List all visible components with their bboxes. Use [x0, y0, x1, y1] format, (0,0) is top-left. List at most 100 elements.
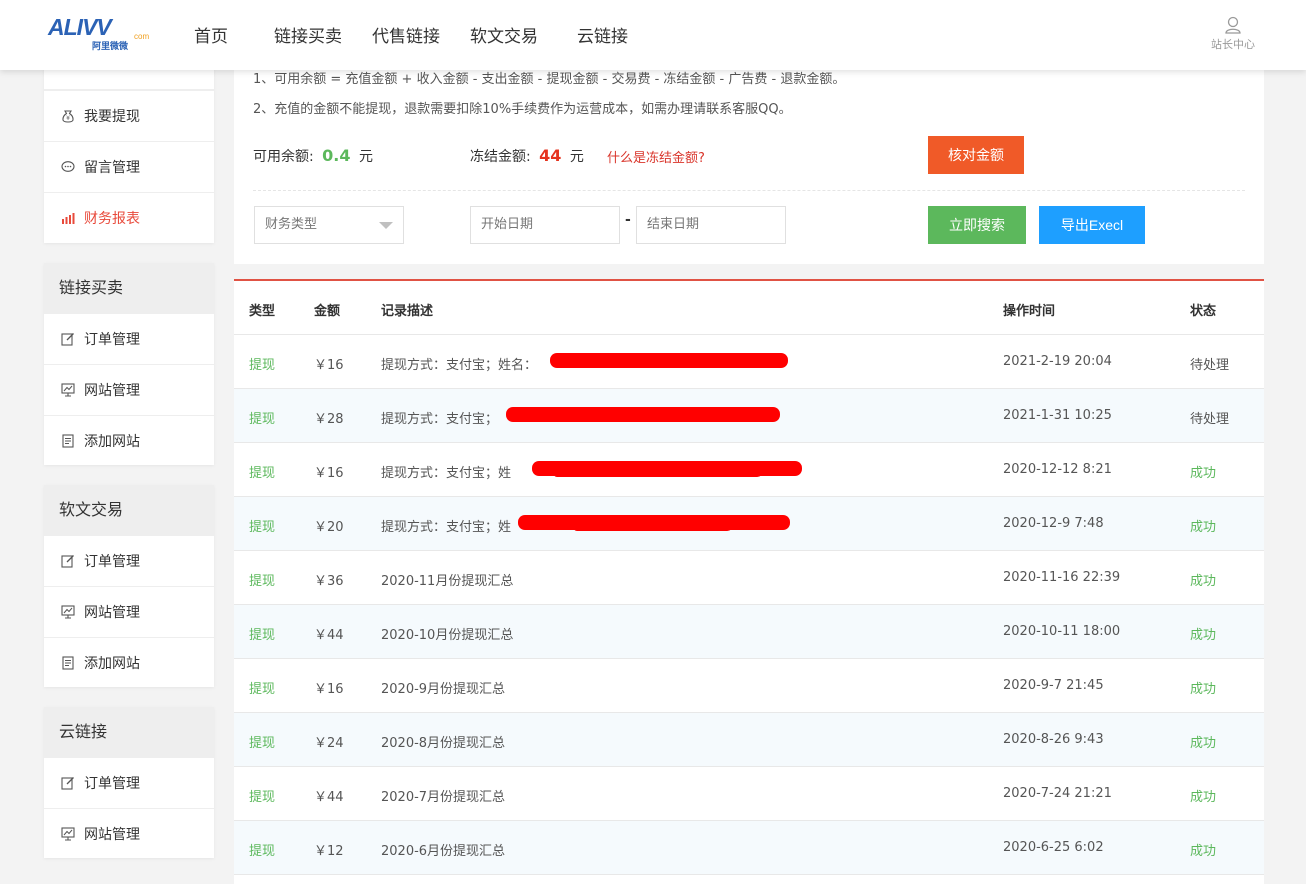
table-row: 提现 ￥16 提现方式：支付宝；姓 2020-12-12 8:21 成功	[234, 443, 1264, 497]
sidebar-item-add-site[interactable]: 添加网站	[44, 637, 214, 688]
finance-type-select[interactable]: 财务类型	[254, 206, 404, 244]
cell-type: 提现	[249, 736, 276, 751]
cell-type: 提现	[249, 520, 276, 535]
cell-type: 提现	[249, 790, 276, 805]
sidebar-item-label: 网站管理	[84, 605, 140, 621]
cell-description: 提现方式：支付宝；姓	[381, 520, 512, 535]
check-amount-button[interactable]: 核对金额	[928, 136, 1024, 174]
frozen-balance-value: 44	[539, 146, 562, 165]
cell-status: 成功	[1190, 574, 1217, 589]
svg-text:¥: ¥	[66, 115, 70, 122]
cell-status: 成功	[1190, 628, 1217, 643]
cell-time: 2020-12-9 7:48	[1003, 516, 1104, 531]
cell-time: 2020-9-7 21:45	[1003, 678, 1104, 693]
export-excel-button[interactable]: 导出Execl	[1039, 206, 1145, 244]
nav-cloud-links[interactable]: 云链接	[577, 22, 628, 47]
search-button[interactable]: 立即搜索	[928, 206, 1026, 244]
cell-time: 2020-10-11 18:00	[1003, 624, 1121, 639]
sidebar-item-orders[interactable]: 订单管理	[44, 757, 214, 808]
table-row: 提现 ￥24 2020-8月份提现汇总 2020-8-26 9:43 成功	[234, 713, 1264, 767]
table-header: 类型 金额 记录描述 操作时间 状态	[234, 281, 1264, 335]
table-row: 提现 ￥44 2020-10月份提现汇总 2020-10-11 18:00 成功	[234, 605, 1264, 659]
column-header-description: 记录描述	[381, 304, 434, 319]
balance-formula-note: 1、可用余额 = 充值金额 + 收入金额 - 支出金额 - 提现金额 - 交易费…	[253, 72, 846, 87]
table-row: 提现 ￥28 提现方式：支付宝； 2021-1-31 10:25 待处理	[234, 389, 1264, 443]
sidebar-item-messages[interactable]: 留言管理	[44, 141, 214, 192]
end-date-input[interactable]: 结束日期	[636, 206, 786, 244]
cell-type: 提现	[249, 574, 276, 589]
frozen-help-link[interactable]: 什么是冻结金额?	[607, 147, 705, 166]
finance-type-select-value: 财务类型	[265, 217, 318, 232]
redaction-mark	[506, 407, 780, 422]
chevron-down-icon	[379, 222, 393, 229]
user-icon	[1225, 16, 1241, 34]
available-balance-value: 0.4	[322, 146, 351, 165]
column-header-type: 类型	[249, 304, 276, 319]
sidebar-item-add-site[interactable]: 添加网站	[44, 415, 214, 466]
sidebar-item-label: 订单管理	[84, 332, 140, 348]
cell-amount: ￥16	[314, 358, 344, 373]
cell-amount: ￥20	[314, 520, 344, 535]
cell-type: 提现	[249, 682, 276, 697]
table-row: 提现 ￥20 提现方式：支付宝；姓 2020-12-9 7:48 成功	[234, 497, 1264, 551]
sidebar-item-label: 订单管理	[84, 776, 140, 792]
cell-time: 2020-7-24 21:21	[1003, 786, 1112, 801]
user-center-label: 站长中心	[1211, 38, 1255, 51]
cell-description: 2020-8月份提现汇总	[381, 736, 506, 751]
cell-time: 2020-8-26 9:43	[1003, 732, 1104, 747]
cell-amount: ￥16	[314, 682, 344, 697]
sidebar-item-sites[interactable]: 网站管理	[44, 808, 214, 859]
sidebar-item-label: 添加网站	[84, 434, 140, 450]
redaction-mark	[572, 521, 736, 531]
sidebar-item-sites[interactable]: 网站管理	[44, 586, 214, 637]
redaction-mark	[552, 467, 766, 477]
finance-records-table: 类型 金额 记录描述 操作时间 状态 提现 ￥16 提现方式：支付宝；姓名： 2…	[234, 279, 1264, 884]
sidebar-item-finance-report[interactable]: 财务报表	[44, 192, 214, 243]
sidebar-group-cloud-links: 云链接 订单管理 网站管理	[44, 707, 214, 858]
cell-time: 2021-1-31 10:25	[1003, 408, 1112, 423]
sidebar-group-article-trade: 软文交易 订单管理 网站管理 添加网站	[44, 485, 214, 687]
sidebar-item-label: 网站管理	[84, 827, 140, 843]
cell-type: 提现	[249, 466, 276, 481]
logo-cn: 阿里微微	[92, 42, 129, 52]
table-row: 提现 ￥16 提现方式：支付宝；姓名： 2021-2-19 20:04 待处理	[234, 335, 1264, 389]
column-header-amount: 金额	[314, 304, 341, 319]
bar-chart-icon	[60, 210, 76, 226]
edit-icon	[60, 775, 76, 791]
nav-link-trade[interactable]: 链接买卖	[274, 22, 342, 47]
column-header-time: 操作时间	[1003, 304, 1056, 319]
cell-amount: ￥16	[314, 466, 344, 481]
nav-consign-links[interactable]: 代售链接	[372, 22, 440, 47]
sidebar-item-orders[interactable]: 订单管理	[44, 535, 214, 586]
nav-home[interactable]: 首页	[194, 22, 228, 47]
currency-unit: 元	[569, 149, 584, 165]
site-logo[interactable]: ALIVV com 阿里微微	[48, 14, 149, 52]
sidebar-item-withdraw[interactable]: ¥ 我要提现	[44, 90, 214, 141]
cell-time: 2021-2-19 20:04	[1003, 354, 1112, 369]
cell-description: 2020-11月份提现汇总	[381, 574, 514, 589]
sidebar-item-sites[interactable]: 网站管理	[44, 364, 214, 415]
table-row: 提现 ￥16 2020-9月份提现汇总 2020-9-7 21:45 成功	[234, 659, 1264, 713]
sidebar-item-label: 留言管理	[84, 160, 140, 176]
cell-status: 待处理	[1190, 358, 1230, 373]
cell-description: 2020-7月份提现汇总	[381, 790, 506, 805]
cell-status: 待处理	[1190, 412, 1230, 427]
cell-status: 成功	[1190, 466, 1217, 481]
sidebar-item-label: 财务报表	[84, 211, 140, 227]
logo-text: ALIVV	[48, 14, 112, 40]
document-icon	[60, 433, 76, 449]
sidebar-item-orders[interactable]: 订单管理	[44, 313, 214, 364]
cell-amount: ￥12	[314, 844, 344, 859]
cell-type: 提现	[249, 412, 276, 427]
sidebar-group-title: 软文交易	[44, 485, 214, 535]
frozen-balance: 冻结金额: 44 元	[470, 146, 584, 166]
redaction-mark	[550, 353, 788, 368]
monitor-chart-icon	[60, 826, 76, 842]
monitor-chart-icon	[60, 382, 76, 398]
cell-amount: ￥24	[314, 736, 344, 751]
cell-status: 成功	[1190, 682, 1217, 697]
user-center[interactable]: 站长中心	[1205, 16, 1261, 52]
nav-article-trade[interactable]: 软文交易	[470, 22, 538, 47]
table-row: 提现 ￥12 2020-6月份提现汇总 2020-6-25 6:02 成功	[234, 821, 1264, 875]
start-date-input[interactable]: 开始日期	[470, 206, 620, 244]
